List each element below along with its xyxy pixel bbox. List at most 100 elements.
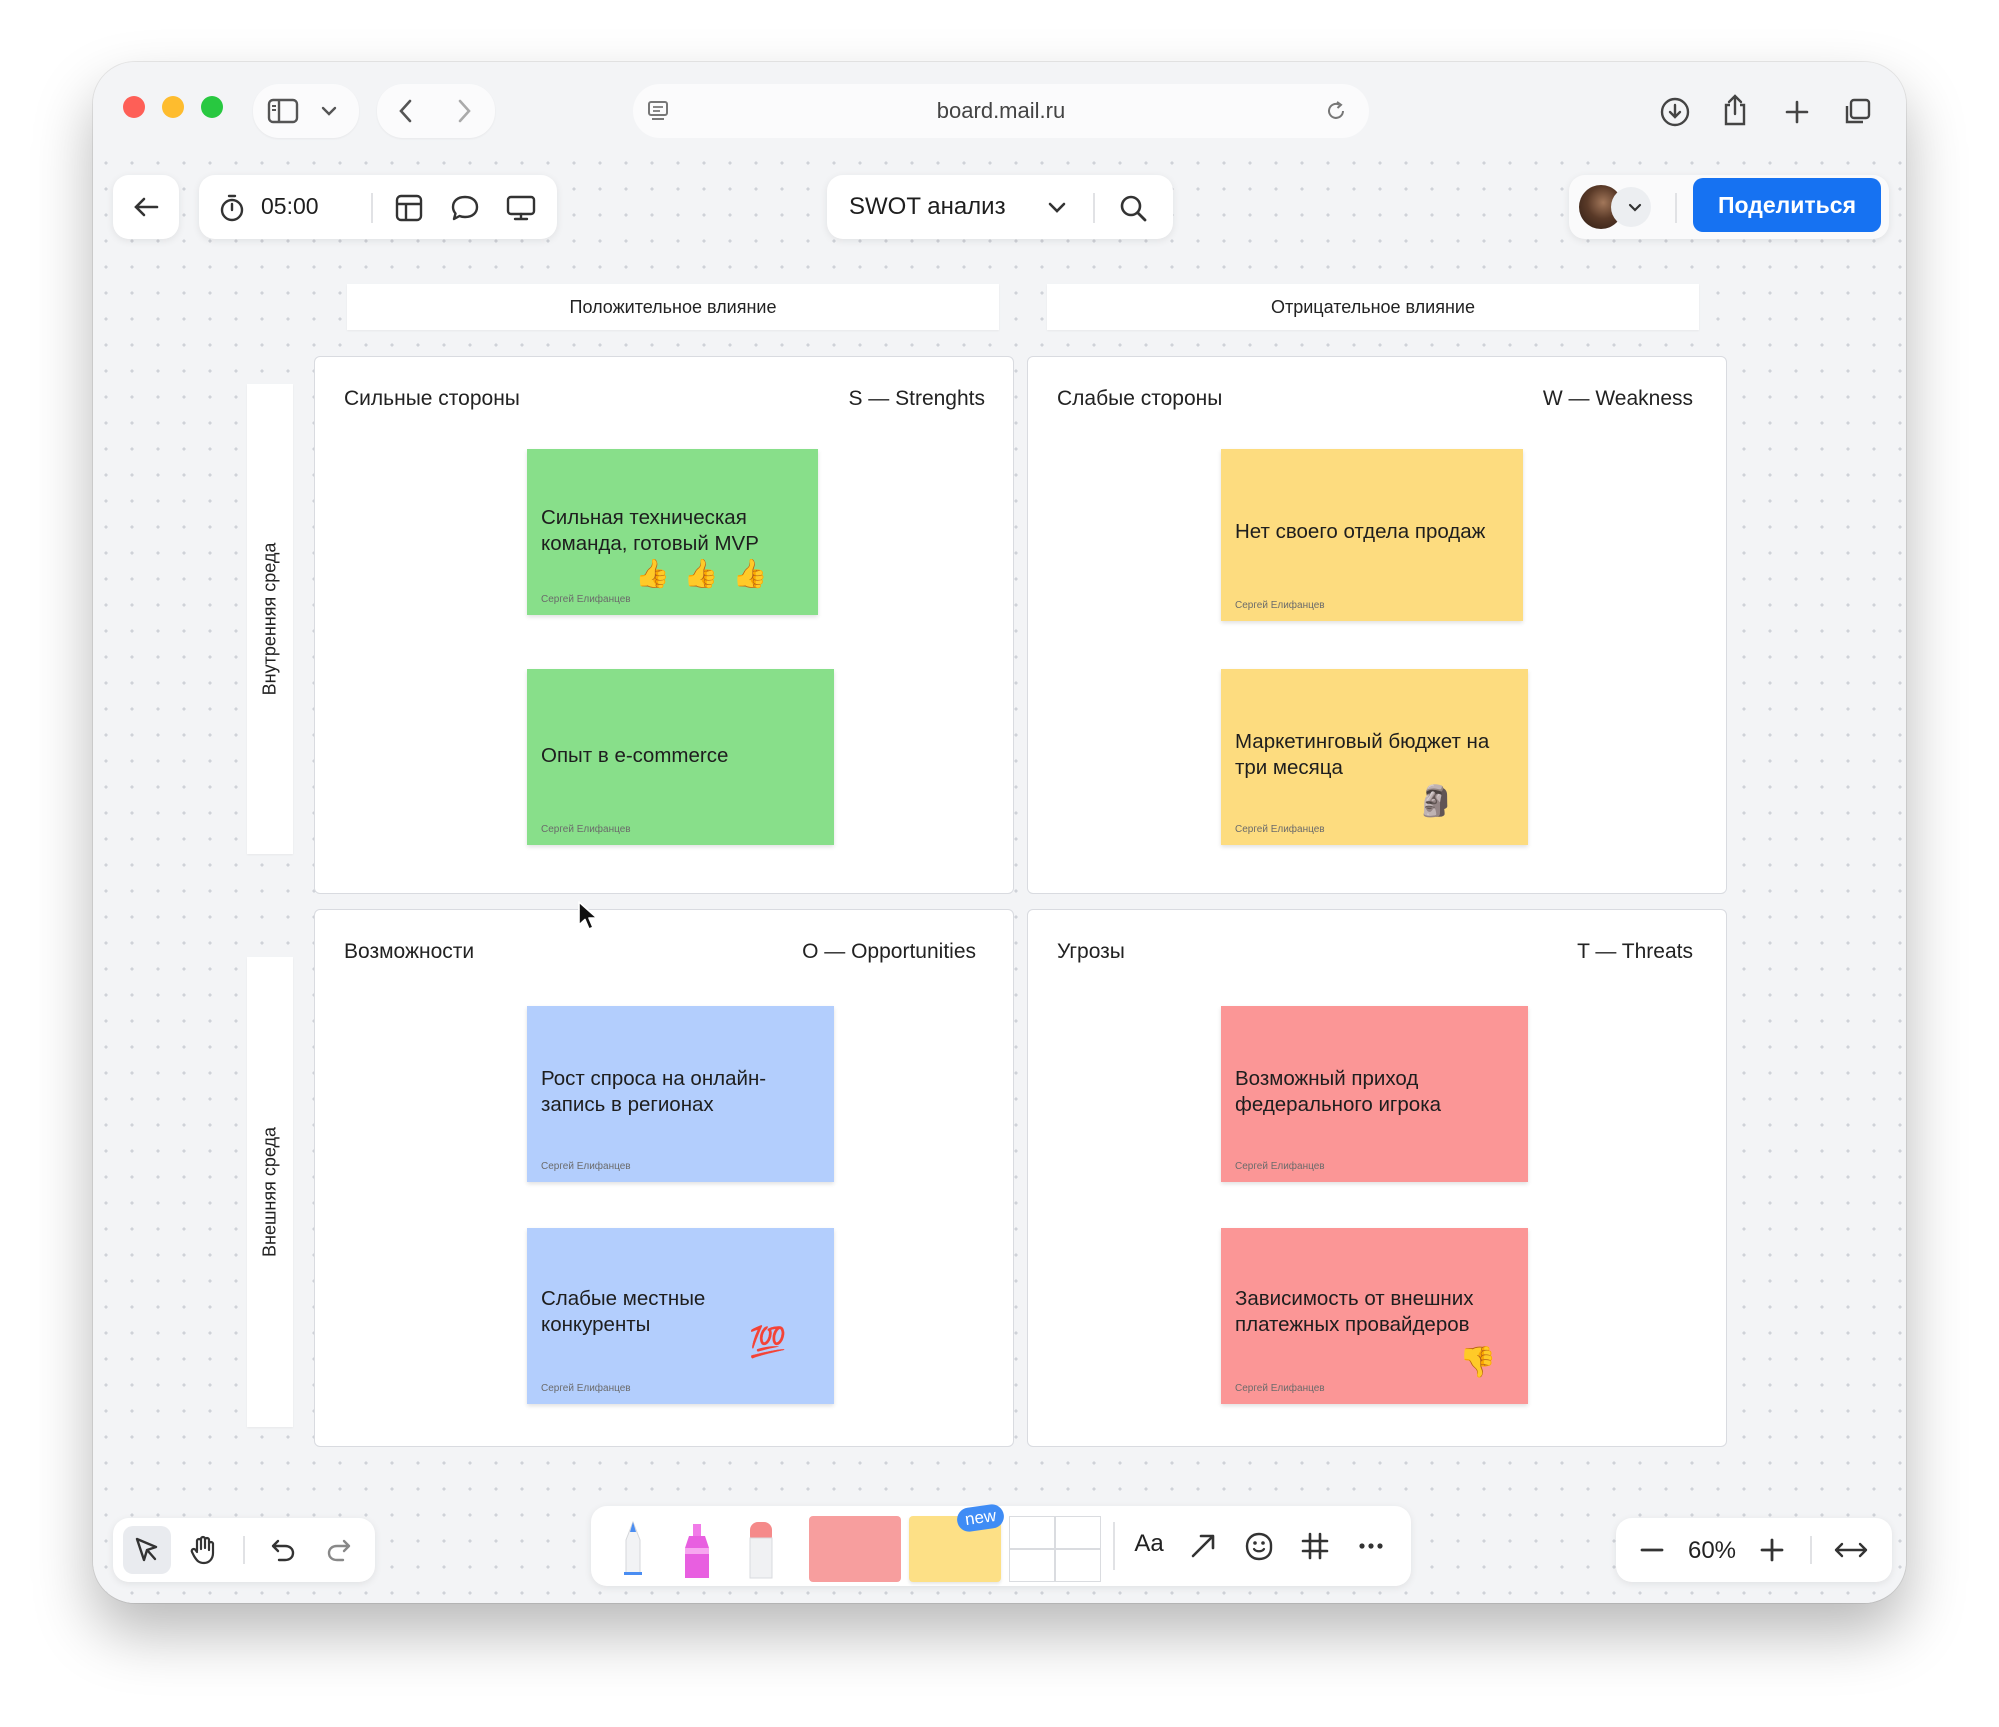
- download-icon[interactable]: [1653, 90, 1697, 134]
- divider: [1093, 193, 1095, 223]
- sticky-note[interactable]: Сильная техническая команда, готовый MVP…: [527, 449, 818, 615]
- address-bar[interactable]: board.mail.ru: [633, 84, 1369, 138]
- sticky-note-author: Сергей Елифанцев: [541, 1383, 631, 1394]
- user-menu-toggle[interactable]: [1611, 187, 1651, 227]
- tab-overview-icon[interactable]: [1835, 90, 1879, 134]
- row-header-external-label: Внешняя среда: [259, 1127, 280, 1257]
- minimize-window-button[interactable]: [162, 96, 184, 118]
- reload-icon[interactable]: [1323, 98, 1349, 124]
- pointer-icon: [123, 1526, 171, 1574]
- sticky-note[interactable]: Рост спроса на онлайн-запись в регионах …: [527, 1006, 834, 1182]
- eraser-tool-icon[interactable]: [741, 1518, 781, 1580]
- table-tool[interactable]: [1009, 1516, 1101, 1582]
- divider: [243, 1536, 245, 1564]
- sticky-note-author: Сергей Елифанцев: [541, 824, 631, 835]
- column-header-positive: Положительное влияние: [347, 284, 999, 330]
- sticky-note-text: Маркетинговый бюджет на три месяца: [1235, 730, 1490, 779]
- highlighter-tool-icon[interactable]: [677, 1518, 717, 1580]
- divider: [371, 193, 373, 223]
- pen-tool-icon[interactable]: [613, 1518, 653, 1578]
- quadrant-strengths[interactable]: Сильные стороны S — Strenghts Сильная те…: [314, 356, 1014, 894]
- zoom-in-icon[interactable]: [1750, 1528, 1794, 1572]
- comment-icon[interactable]: [449, 192, 481, 224]
- row-header-external: Внешняя среда: [247, 957, 293, 1427]
- frame-icon[interactable]: [1293, 1524, 1337, 1568]
- sticky-note[interactable]: Опыт в e-commerce Сергей Елифанцев: [527, 669, 834, 845]
- sticky-note-author: Сергей Елифанцев: [541, 1161, 631, 1172]
- url-text: board.mail.ru: [936, 98, 1066, 123]
- history-nav-group: [377, 84, 495, 138]
- sticky-note-text: Опыт в e-commerce: [541, 744, 729, 767]
- row-header-internal: Внутренняя среда: [247, 384, 293, 854]
- quadrant-weaknesses[interactable]: Слабые стороны W — Weakness Нет своего о…: [1027, 356, 1727, 894]
- zoom-out-icon[interactable]: [1630, 1528, 1674, 1572]
- sticky-note[interactable]: Нет своего отдела продаж Сергей Елифанце…: [1221, 449, 1523, 621]
- maximize-window-button[interactable]: [201, 96, 223, 118]
- back-nav-icon[interactable]: [391, 96, 421, 126]
- chevron-down-icon[interactable]: [317, 100, 341, 122]
- quadrant-opportunities[interactable]: Возможности O — Opportunities Рост спрос…: [314, 909, 1014, 1447]
- layout-template-icon[interactable]: [393, 192, 425, 224]
- divider: [1810, 1536, 1812, 1564]
- timer-icon[interactable]: [217, 193, 247, 223]
- shape-tool[interactable]: [809, 1516, 901, 1582]
- fit-width-icon[interactable]: [1826, 1528, 1876, 1572]
- share-icon[interactable]: [1713, 88, 1757, 132]
- divider: [1113, 1522, 1115, 1570]
- arrow-connector-icon[interactable]: [1181, 1524, 1225, 1568]
- moai-reaction-icon[interactable]: 🗿: [1417, 787, 1454, 817]
- more-icon[interactable]: [1349, 1524, 1393, 1568]
- thumbs-up-reaction-icon[interactable]: 👍👍👍: [635, 559, 782, 589]
- sticky-note-author: Сергей Елифанцев: [541, 594, 631, 605]
- sticky-note-text: Рост спроса на онлайн-запись в регионах: [541, 1067, 767, 1116]
- sticky-note[interactable]: Зависимость от внешних платежных провайд…: [1221, 1228, 1528, 1404]
- chevron-down-icon[interactable]: [1045, 195, 1069, 219]
- sticky-note-author: Сергей Елифанцев: [1235, 824, 1325, 835]
- browser-titlebar: board.mail.ru: [93, 62, 1906, 150]
- sticker-icon[interactable]: [1237, 1524, 1281, 1568]
- column-header-negative: Отрицательное влияние: [1047, 284, 1699, 330]
- sticky-note-author: Сергей Елифанцев: [1235, 1383, 1325, 1394]
- close-window-button[interactable]: [123, 96, 145, 118]
- back-button[interactable]: [113, 175, 179, 239]
- undo-icon[interactable]: [259, 1526, 307, 1574]
- divider: [1675, 193, 1677, 223]
- browser-window: board.mail.ru 05:00 SWOT анализ Поделить…: [93, 62, 1906, 1603]
- quadrant-title: Слабые стороны: [1057, 387, 1223, 410]
- sticky-note[interactable]: Слабые местные конкуренты 💯 Сергей Елифа…: [527, 1228, 834, 1404]
- sticky-note-text: Сильная техническая команда, готовый MVP: [541, 506, 759, 555]
- sticky-note-author: Сергей Елифанцев: [1235, 1161, 1325, 1172]
- sidebar-icon[interactable]: [263, 96, 303, 126]
- redo-icon[interactable]: [315, 1526, 363, 1574]
- creation-tools-card: new Aa: [591, 1502, 1411, 1586]
- hundred-points-reaction-icon[interactable]: 💯: [749, 1328, 786, 1358]
- sticky-note-text: Нет своего отдела продаж: [1235, 520, 1486, 543]
- thumbs-down-reaction-icon[interactable]: 👎: [1459, 1348, 1496, 1378]
- board-title[interactable]: SWOT анализ: [849, 193, 1006, 221]
- timer-value[interactable]: 05:00: [261, 193, 319, 220]
- sticky-note[interactable]: Маркетинговый бюджет на три месяца 🗿 Сер…: [1221, 669, 1528, 845]
- arrow-left-icon: [113, 175, 179, 239]
- quadrant-title: Угрозы: [1057, 940, 1125, 963]
- sticky-note[interactable]: Возможный приход федерального игрока Сер…: [1221, 1006, 1528, 1182]
- quadrant-code: W — Weakness: [1542, 387, 1693, 410]
- zoom-level[interactable]: 60%: [1680, 1537, 1744, 1565]
- quadrant-threats[interactable]: Угрозы T — Threats Возможный приход феде…: [1027, 909, 1727, 1447]
- text-tool[interactable]: Aa: [1125, 1530, 1173, 1562]
- quadrant-title: Сильные стороны: [344, 387, 520, 410]
- mouse-cursor-icon: [575, 898, 601, 934]
- sticky-note-text: Слабые местные конкуренты: [541, 1287, 706, 1336]
- select-tool[interactable]: [123, 1526, 171, 1574]
- search-icon[interactable]: [1117, 192, 1149, 224]
- row-header-internal-label: Внутренняя среда: [259, 542, 280, 696]
- quadrant-code: T — Threats: [1577, 940, 1693, 963]
- share-button[interactable]: Поделиться: [1693, 178, 1881, 232]
- sticky-note-text: Зависимость от внешних платежных провайд…: [1235, 1287, 1474, 1336]
- presentation-icon[interactable]: [505, 192, 537, 224]
- navigation-tools-card: [113, 1518, 375, 1582]
- new-tab-icon[interactable]: [1775, 90, 1819, 134]
- quadrant-title: Возможности: [344, 940, 475, 963]
- forward-nav-icon[interactable]: [449, 96, 479, 126]
- board-title-card: SWOT анализ: [827, 175, 1173, 239]
- hand-tool-icon[interactable]: [179, 1526, 227, 1574]
